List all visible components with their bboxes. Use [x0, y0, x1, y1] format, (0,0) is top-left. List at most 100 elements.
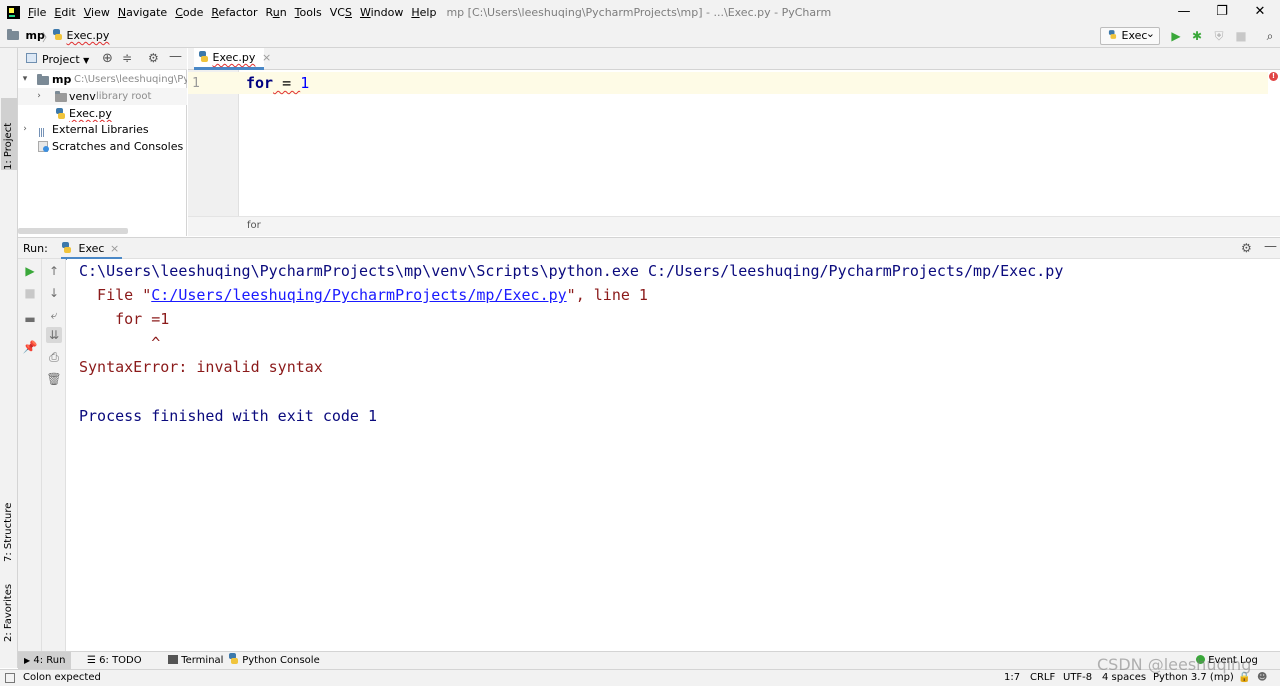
caret-position[interactable]: 1:7 — [1004, 672, 1020, 683]
menu-help[interactable]: Help — [411, 6, 436, 19]
folder-icon — [55, 91, 67, 102]
tool-tab-structure[interactable]: 7: Structure — [1, 494, 17, 562]
console-caret-line: ^ — [79, 334, 161, 352]
collapse-all-icon[interactable]: ≑ — [122, 51, 132, 65]
close-tab-icon[interactable]: × — [262, 51, 271, 64]
hide-panel-icon[interactable]: — — [1264, 239, 1277, 254]
settings-gear-icon[interactable]: ⚙ — [148, 51, 159, 65]
tool-tab-run[interactable]: ▶ 4: Run — [18, 652, 72, 670]
horizontal-scrollbar[interactable] — [18, 228, 128, 234]
editor-tab-bar: Exec.py × — [188, 48, 1280, 70]
stop-icon[interactable]: ■ — [1233, 28, 1249, 44]
editor-breadcrumb[interactable]: for — [247, 220, 261, 231]
todo-list-icon: ☰ — [87, 655, 96, 666]
menu-code[interactable]: Code — [175, 6, 203, 19]
tree-item-venv[interactable]: › venv library root — [18, 88, 187, 105]
editor-tab-exec-py[interactable]: Exec.py × — [194, 48, 271, 70]
breadcrumb-project[interactable]: mp — [7, 29, 45, 42]
console-output[interactable]: C:\Users\leeshuqing\PycharmProjects\mp\v… — [67, 259, 1280, 651]
coverage-icon[interactable]: ⛨ — [1211, 28, 1227, 44]
menu-refactor[interactable]: Refactor — [211, 6, 257, 19]
project-view-icon — [26, 53, 37, 63]
console-code-line: for =1 — [79, 310, 170, 328]
run-configuration-select[interactable]: Exec ⌄ — [1100, 27, 1160, 45]
run-icon[interactable]: ▶ — [1168, 28, 1184, 44]
python-file-icon — [1108, 30, 1117, 39]
debug-icon[interactable]: ✱ — [1189, 28, 1205, 44]
status-message: Colon expected — [23, 672, 101, 683]
tool-tab-todo[interactable]: ☰ 6: TODO — [81, 652, 148, 670]
python-console-icon — [228, 653, 239, 664]
navigation-bar: mp 〉 Exec.py — [0, 24, 1280, 48]
menu-window[interactable]: Window — [360, 6, 403, 19]
close-tab-icon[interactable]: × — [110, 242, 119, 255]
search-icon[interactable]: ⌕ — [1262, 28, 1278, 44]
run-icon: ▶ — [24, 656, 31, 665]
window-title: mp [C:\Users\leeshuqing\PycharmProjects\… — [446, 5, 832, 19]
tool-tab-terminal[interactable]: Terminal — [162, 652, 229, 670]
close-window-button[interactable]: ✕ — [1238, 0, 1280, 24]
tree-item-external-libraries[interactable]: › ||| External Libraries — [18, 121, 187, 138]
tree-item-exec-py[interactable]: Exec.py — [18, 105, 187, 122]
watermark: CSDN @leeshuqing — [1097, 655, 1252, 674]
library-icon: ||| — [38, 128, 45, 138]
terminal-icon — [168, 655, 178, 664]
collapse-arrow-icon[interactable]: › — [20, 121, 30, 138]
menu-edit[interactable]: Edit — [54, 6, 75, 19]
menu-vcs[interactable]: VCS — [330, 6, 352, 19]
run-toolbar-primary: ▶ ■ ▬ 📌 — [18, 259, 42, 651]
print-icon[interactable]: ⎙ — [46, 349, 62, 365]
tree-item-scratches[interactable]: Scratches and Consoles — [18, 138, 187, 155]
tool-windows-toggle-icon[interactable] — [5, 673, 15, 683]
menu-navigate[interactable]: Navigate — [118, 6, 167, 19]
stop-icon[interactable]: ■ — [22, 285, 38, 301]
line-separator[interactable]: CRLF — [1030, 672, 1055, 683]
inspector-icon[interactable]: ☻ — [1257, 672, 1267, 683]
breadcrumb-file[interactable]: Exec.py — [52, 29, 109, 42]
project-view-select[interactable]: Project ▼ — [42, 53, 89, 66]
layout-icon[interactable]: ▬ — [22, 311, 38, 327]
run-panel-header: Run: Exec × ⚙ — — [18, 237, 1280, 260]
scroll-to-end-icon[interactable]: ⇊ — [46, 327, 62, 343]
file-path-link[interactable]: C:/Users/leeshuqing/PycharmProjects/mp/E… — [151, 286, 566, 304]
project-panel: Project ▼ ⊕ ≑ ⚙ — ▾ mp C:\Users\leeshuqi… — [18, 48, 187, 236]
menu-view[interactable]: View — [84, 6, 110, 19]
tool-tab-favorites[interactable]: 2: Favorites — [1, 576, 17, 642]
settings-gear-icon[interactable]: ⚙ — [1241, 241, 1252, 255]
run-panel-title: Run: — [23, 242, 48, 255]
locate-icon[interactable]: ⊕ — [102, 51, 113, 66]
left-tool-strip: 1: Project 7: Structure 2: Favorites — [0, 48, 18, 668]
collapse-arrow-icon[interactable]: › — [34, 88, 44, 105]
up-arrow-icon[interactable]: ↑ — [46, 263, 62, 279]
project-panel-header: Project ▼ ⊕ ≑ ⚙ — — [18, 48, 187, 70]
pycharm-app-icon[interactable] — [7, 5, 20, 19]
python-file-icon — [55, 108, 66, 119]
tool-tab-python-console[interactable]: Python Console — [222, 652, 326, 670]
status-bar: Colon expected 1:7 CRLF UTF-8 4 spaces P… — [0, 669, 1280, 686]
error-indicator-icon[interactable]: ! — [1269, 72, 1278, 81]
title-bar: File Edit View Navigate Code Refactor Ru… — [0, 0, 1280, 24]
trash-icon[interactable]: 🗑 — [46, 371, 62, 387]
current-line-highlight — [188, 72, 1268, 94]
rerun-icon[interactable]: ▶ — [22, 263, 38, 279]
menu-tools[interactable]: Tools — [295, 6, 322, 19]
expand-arrow-icon[interactable]: ▾ — [20, 71, 30, 88]
folder-icon — [37, 74, 49, 85]
file-encoding[interactable]: UTF-8 — [1063, 672, 1092, 683]
editor-breadcrumb-bar: for — [188, 216, 1280, 236]
soft-wrap-icon[interactable]: ⤶ — [46, 307, 62, 323]
tree-item-mp[interactable]: ▾ mp C:\Users\leeshuqing\Py — [18, 71, 187, 88]
console-traceback-file-line: File "C:/Users/leeshuqing/PycharmProject… — [79, 286, 648, 304]
hide-panel-icon[interactable]: — — [169, 49, 182, 64]
run-toolbar-secondary: ↑ ↓ ⤶ ⇊ ⎙ 🗑 — [42, 259, 66, 651]
line-number: 1 — [192, 76, 200, 91]
down-arrow-icon[interactable]: ↓ — [46, 285, 62, 301]
menu-run[interactable]: Run — [266, 6, 287, 19]
menu-file[interactable]: File — [28, 6, 46, 19]
run-tab-exec[interactable]: Exec × — [61, 242, 123, 260]
python-file-icon — [61, 242, 72, 253]
code-line[interactable]: for = 1 — [246, 73, 309, 93]
dropdown-arrow-icon: ▼ — [83, 56, 90, 65]
pin-icon[interactable]: 📌 — [22, 339, 38, 355]
tool-tab-project[interactable]: 1: Project — [1, 98, 17, 170]
